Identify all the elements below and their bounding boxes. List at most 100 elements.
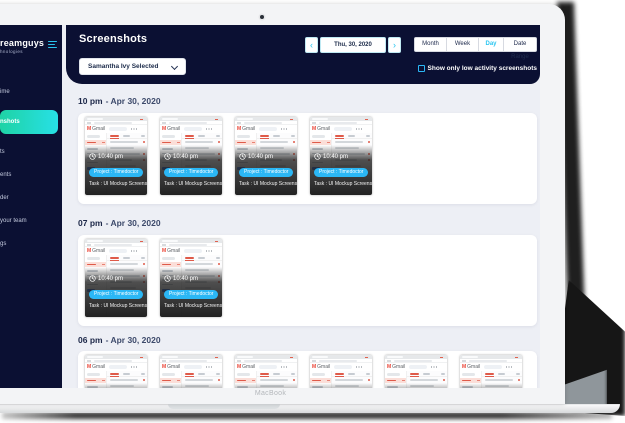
gmail-logo: M bbox=[462, 364, 466, 370]
clock-icon bbox=[89, 153, 96, 160]
browser-url-bar bbox=[85, 359, 147, 363]
current-date-display: Thu, 30, 2020 bbox=[320, 37, 386, 53]
laptop-shadow-bottom bbox=[2, 412, 612, 419]
clock-icon bbox=[89, 275, 96, 282]
sidebar-item-label: der bbox=[0, 195, 9, 201]
browser-url-bar bbox=[385, 359, 447, 363]
date-prev-button[interactable]: ‹ bbox=[305, 37, 318, 53]
screenshots-card: M Gmail bbox=[78, 235, 537, 326]
sidebar-item-screenshots[interactable]: nshots bbox=[0, 110, 58, 134]
gmail-wordmark: Gmail bbox=[92, 126, 105, 132]
browser-url-bar bbox=[85, 121, 147, 125]
gmail-logo: M bbox=[87, 126, 91, 132]
search-bar bbox=[184, 249, 202, 253]
gmail-logo: M bbox=[237, 126, 241, 132]
gmail-wordmark: Gmail bbox=[167, 364, 180, 370]
clock-icon bbox=[314, 153, 321, 160]
screenshot-thumbnail[interactable]: M Gmail bbox=[85, 117, 147, 195]
sidebar-item-reports[interactable]: ts bbox=[0, 147, 62, 157]
screenshot-thumbnail[interactable]: M Gmail bbox=[235, 355, 297, 388]
screenshot-thumbnail[interactable]: M Gmail bbox=[460, 355, 522, 388]
gmail-wordmark: Gmail bbox=[317, 364, 330, 370]
search-bar bbox=[334, 365, 352, 369]
search-bar bbox=[109, 127, 127, 131]
user-select-dropdown[interactable]: Samantha Ivy Selected bbox=[79, 58, 186, 75]
screenshot-thumbnail[interactable]: M Gmail bbox=[85, 239, 147, 317]
gmail-logo: M bbox=[237, 364, 241, 370]
screenshot-thumbnail[interactable]: M Gmail bbox=[160, 355, 222, 388]
search-bar bbox=[109, 365, 127, 369]
screenshot-thumbnail[interactable]: M Gmail bbox=[235, 117, 297, 195]
sidebar-item-invite-your-team[interactable]: your team bbox=[0, 216, 62, 226]
toolbar-dots-icon bbox=[506, 366, 507, 367]
search-bar bbox=[184, 365, 202, 369]
sidebar-item-time[interactable]: ime bbox=[0, 87, 62, 97]
gmail-wordmark: Gmail bbox=[167, 126, 180, 132]
gmail-body-preview: 10:40 pm Project : Timedoctor Task : UI … bbox=[310, 371, 372, 388]
range-tabs: MonthWeekDayDate Range bbox=[414, 37, 537, 52]
search-bar bbox=[484, 365, 502, 369]
sidebar-item-settings[interactable]: gs bbox=[0, 239, 62, 249]
gmail-wordmark: Gmail bbox=[92, 364, 105, 370]
search-bar bbox=[409, 365, 427, 369]
toolbar-dots-icon bbox=[356, 128, 357, 129]
gmail-logo: M bbox=[162, 248, 166, 254]
sidebar-item-payments[interactable]: ents bbox=[0, 170, 62, 180]
clock-icon bbox=[164, 153, 171, 160]
screenshot-section: 10 pm- Apr 30, 2020 M Gmail bbox=[78, 96, 537, 204]
thumbnail-overlay: 10:40 pm Project : Timedoctor Task : UI … bbox=[385, 383, 447, 388]
section-heading: 06 pm- Apr 30, 2020 bbox=[78, 335, 537, 345]
gmail-body-preview: 10:40 pm Project : Timedoctor Task : UI … bbox=[235, 133, 297, 195]
range-tab-month[interactable]: Month bbox=[414, 37, 447, 52]
task-label: Task : UI Mockup Screensh... bbox=[164, 303, 222, 309]
sidebar-item-label: ime bbox=[0, 89, 10, 95]
range-tab-day[interactable]: Day bbox=[479, 37, 504, 52]
gmail-header: M Gmail bbox=[160, 247, 222, 255]
browser-url-bar bbox=[160, 121, 222, 125]
thumbnail-overlay: 10:40 pm Project : Timedoctor Task : UI … bbox=[310, 383, 372, 388]
gmail-body-preview: 10:40 pm Project : Timedoctor Task : UI … bbox=[160, 133, 222, 195]
screenshot-thumbnail[interactable]: M Gmail bbox=[85, 355, 147, 388]
low-activity-filter[interactable]: Show only low activity screenshots bbox=[418, 65, 537, 72]
screenshots-card: M Gmail bbox=[78, 113, 537, 204]
toolbar-dots-icon bbox=[206, 366, 207, 367]
range-tab-date-range[interactable]: Date Range bbox=[504, 37, 537, 52]
checkbox-icon[interactable] bbox=[418, 65, 425, 72]
search-bar bbox=[259, 127, 277, 131]
section-date: - Apr 30, 2020 bbox=[106, 218, 161, 228]
laptop-screen: reamguys hnologies imenshotstsentsderyou… bbox=[0, 25, 540, 388]
screenshots-card: M Gmail bbox=[78, 351, 537, 388]
gmail-header: M Gmail bbox=[310, 125, 372, 133]
section-time: 10 pm bbox=[78, 96, 103, 106]
screenshot-thumbnail[interactable]: M Gmail bbox=[160, 117, 222, 195]
thumbnail-time: 10:40 pm bbox=[173, 276, 198, 282]
date-next-button[interactable]: › bbox=[388, 37, 401, 53]
range-tab-week[interactable]: Week bbox=[447, 37, 479, 52]
screenshot-thumbnail[interactable]: M Gmail bbox=[310, 117, 372, 195]
gmail-body-preview: 10:40 pm Project : Timedoctor Task : UI … bbox=[385, 371, 447, 388]
project-badge: Project : Timedoctor bbox=[164, 290, 218, 300]
task-label: Task : UI Mockup Screensh... bbox=[89, 181, 147, 187]
screenshot-thumbnail[interactable]: M Gmail bbox=[310, 355, 372, 388]
browser-url-bar bbox=[310, 359, 372, 363]
laptop-hinge-notch bbox=[168, 404, 280, 409]
task-label: Task : UI Mockup Screensh... bbox=[239, 181, 297, 187]
sidebar-item-reminder[interactable]: der bbox=[0, 193, 62, 203]
app-logo-subtitle: hnologies bbox=[0, 49, 62, 54]
webcam-icon bbox=[260, 15, 264, 19]
gmail-header: M Gmail bbox=[85, 363, 147, 371]
project-badge: Project : Timedoctor bbox=[89, 168, 143, 178]
search-bar bbox=[259, 365, 277, 369]
sidebar-item-label: nshots bbox=[0, 119, 20, 125]
gmail-logo: M bbox=[87, 248, 91, 254]
screenshot-thumbnail[interactable]: M Gmail bbox=[160, 239, 222, 317]
screenshot-thumbnail[interactable]: M Gmail bbox=[385, 355, 447, 388]
section-date: - Apr 30, 2020 bbox=[106, 96, 161, 106]
hamburger-menu-icon[interactable] bbox=[48, 41, 57, 50]
gmail-body-preview: 10:40 pm Project : Timedoctor Task : UI … bbox=[85, 371, 147, 388]
thumbnail-overlay: 10:40 pm Project : Timedoctor Task : UI … bbox=[160, 383, 222, 388]
toolbar-dots-icon bbox=[281, 366, 282, 367]
browser-url-bar bbox=[310, 121, 372, 125]
section-heading: 10 pm- Apr 30, 2020 bbox=[78, 96, 537, 106]
low-activity-checkbox-label: Show only low activity screenshots bbox=[428, 65, 537, 72]
